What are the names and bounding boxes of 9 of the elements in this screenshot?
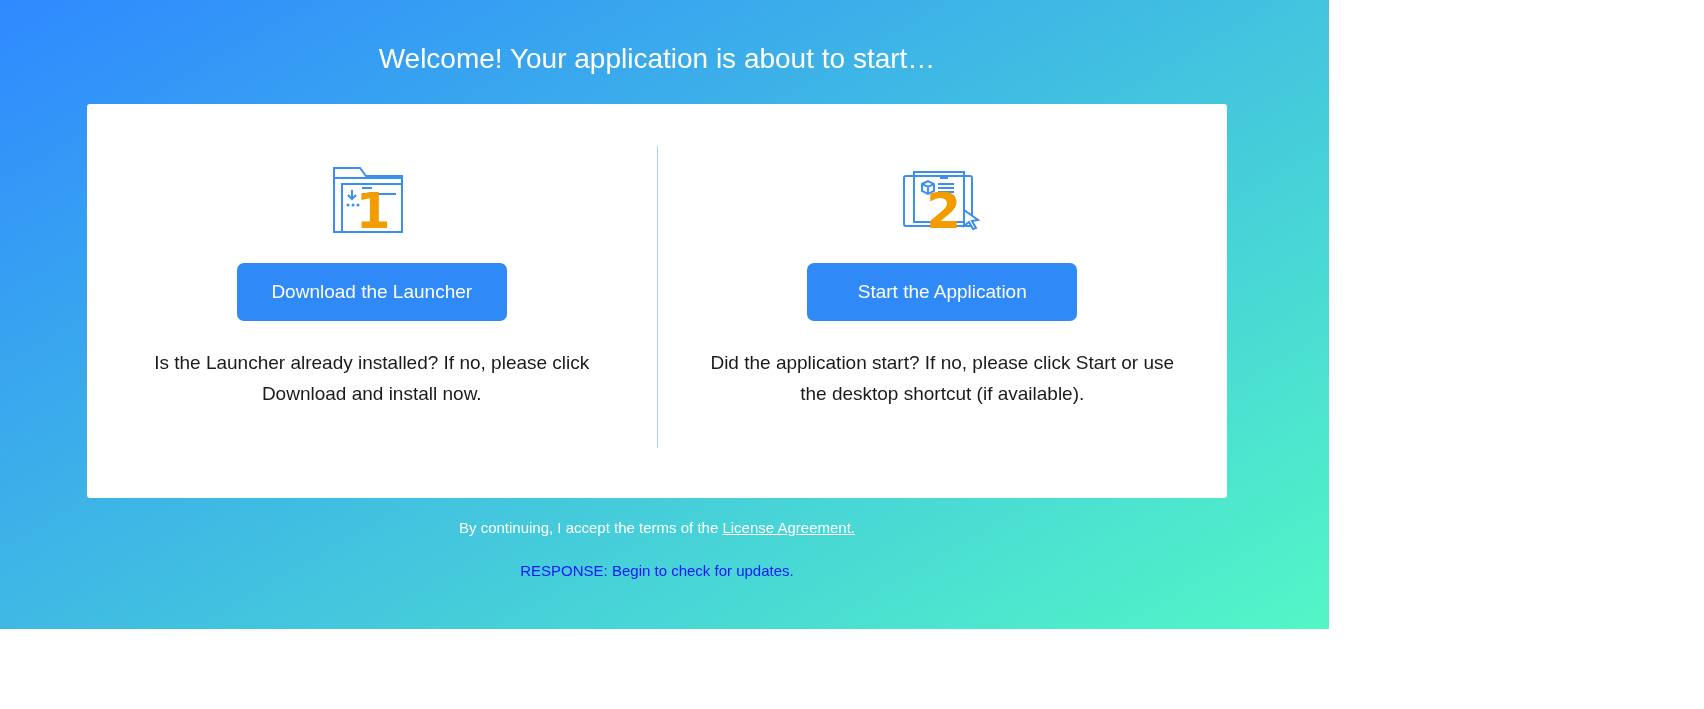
response-message: RESPONSE: Begin to check for updates. [520, 562, 794, 579]
page-title: Welcome! Your application is about to start… [378, 42, 936, 76]
step-number: 1 [355, 184, 391, 238]
start-button[interactable]: Start the Application [807, 263, 1078, 321]
license-link[interactable]: License Agreement. [722, 519, 856, 536]
step-description: Did the application start? If no, please click Start or use the desktop shortcut (if available). [709, 351, 1176, 406]
download-button[interactable]: Download the Launcher [236, 263, 507, 321]
step-description: Is the Launcher already installed? If no, please click Download and install now. [153, 351, 591, 406]
terms-text: By continuing, I accept the terms of the License Agreement. [458, 519, 856, 536]
